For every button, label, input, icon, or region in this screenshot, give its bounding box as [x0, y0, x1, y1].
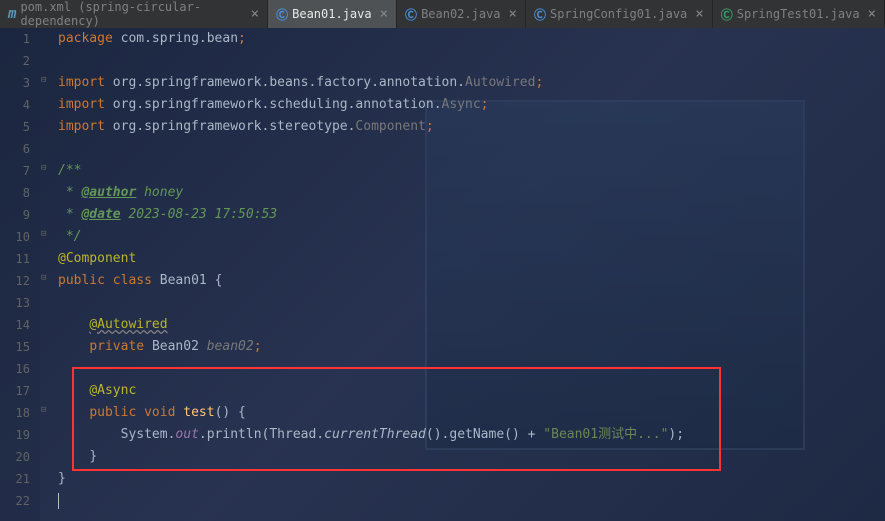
- fold-icon[interactable]: ⊟: [41, 75, 46, 85]
- line-number: 2: [0, 50, 30, 72]
- editor-tabs: m pom.xml (spring-circular-dependency) ×…: [0, 0, 885, 28]
- tab-label: pom.xml (spring-circular-dependency): [20, 0, 242, 28]
- class-icon: Ⓒ: [276, 6, 288, 23]
- tab-pom[interactable]: m pom.xml (spring-circular-dependency) ×: [0, 0, 268, 28]
- line-number: 12: [0, 270, 30, 292]
- line-number: 16: [0, 358, 30, 380]
- maven-icon: m: [8, 6, 16, 22]
- line-number: 6: [0, 138, 30, 160]
- tab-label: Bean02.java: [421, 7, 500, 21]
- fold-icon[interactable]: ⊟: [41, 163, 46, 173]
- line-number: 1: [0, 28, 30, 50]
- line-gutter: 1 2 3 4 5 6 7 8 9 10 11 12 13 14 15 16 1…: [0, 28, 40, 521]
- line-number: 14: [0, 314, 30, 336]
- close-icon[interactable]: ×: [509, 6, 517, 22]
- close-icon[interactable]: ×: [380, 6, 388, 22]
- line-number: 17: [0, 380, 30, 402]
- line-number: 8: [0, 182, 30, 204]
- fold-column: ⊟ ⊟ ⊟ ⊟ ⊟: [40, 28, 54, 521]
- tab-springconfig[interactable]: Ⓒ SpringConfig01.java ×: [526, 0, 713, 28]
- line-number: 13: [0, 292, 30, 314]
- line-number: 3: [0, 72, 30, 94]
- fold-icon[interactable]: ⊟: [41, 229, 46, 239]
- tab-bean01[interactable]: Ⓒ Bean01.java ×: [268, 0, 397, 28]
- line-number: 11: [0, 248, 30, 270]
- line-number: 22: [0, 490, 30, 512]
- line-number: 7: [0, 160, 30, 182]
- line-number: 10: [0, 226, 30, 248]
- test-class-icon: Ⓒ: [721, 6, 733, 23]
- line-number: 9: [0, 204, 30, 226]
- line-number: 20: [0, 446, 30, 468]
- fold-icon[interactable]: ⊟: [41, 273, 46, 283]
- line-number: 5: [0, 116, 30, 138]
- caret: [58, 493, 59, 509]
- close-icon[interactable]: ×: [695, 6, 703, 22]
- tab-label: SpringConfig01.java: [550, 7, 687, 21]
- close-icon[interactable]: ×: [868, 6, 876, 22]
- tab-bean02[interactable]: Ⓒ Bean02.java ×: [397, 0, 526, 28]
- class-icon: Ⓒ: [534, 6, 546, 23]
- class-icon: Ⓒ: [405, 6, 417, 23]
- code-area[interactable]: package com.spring.bean; import org.spri…: [54, 28, 885, 521]
- tab-label: SpringTest01.java: [737, 7, 860, 21]
- close-icon[interactable]: ×: [251, 6, 259, 22]
- tab-springtest[interactable]: Ⓒ SpringTest01.java ×: [713, 0, 885, 28]
- code-editor[interactable]: 1 2 3 4 5 6 7 8 9 10 11 12 13 14 15 16 1…: [0, 28, 885, 521]
- line-number: 4: [0, 94, 30, 116]
- fold-icon[interactable]: ⊟: [41, 405, 46, 415]
- line-number: 15: [0, 336, 30, 358]
- line-number: 21: [0, 468, 30, 490]
- line-number: 19: [0, 424, 30, 446]
- line-number: 18: [0, 402, 30, 424]
- tab-label: Bean01.java: [292, 7, 371, 21]
